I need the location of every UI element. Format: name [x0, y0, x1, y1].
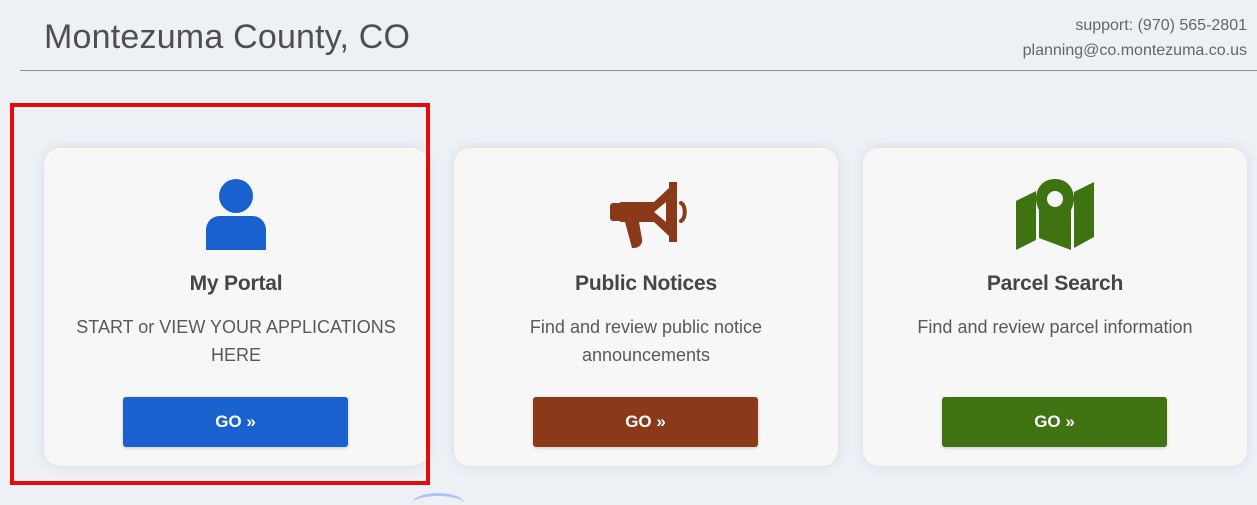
- my-portal-card: My Portal START or VIEW YOUR APPLICATION…: [44, 148, 428, 466]
- site-title: Montezuma County, CO: [44, 18, 411, 56]
- my-portal-description: START or VIEW YOUR APPLICATIONS HERE: [76, 317, 396, 365]
- parcel-search-go-button[interactable]: GO »: [942, 397, 1167, 447]
- page: Montezuma County, CO support: (970) 565-…: [0, 0, 1257, 505]
- map-pin-icon: [863, 172, 1247, 256]
- planning-email-link[interactable]: planning@co.montezuma.co.us: [1023, 42, 1247, 59]
- parcel-search-title: Parcel Search: [986, 272, 1124, 295]
- partial-blue-element: [412, 493, 464, 505]
- contact-info: support: (970) 565-2801 planning@co.mont…: [1023, 13, 1247, 63]
- public-notices-title: Public Notices: [575, 272, 717, 295]
- site-header: Montezuma County, CO support: (970) 565-…: [20, 0, 1257, 71]
- megaphone-icon: [454, 172, 838, 256]
- support-phone: support: (970) 565-2801: [1075, 17, 1247, 34]
- user-icon: [44, 172, 428, 256]
- public-notices-card: Public Notices Find and review public no…: [454, 148, 838, 466]
- my-portal-go-button[interactable]: GO »: [123, 397, 348, 447]
- public-notices-go-button[interactable]: GO »: [533, 397, 758, 447]
- parcel-search-description: Find and review parcel information: [917, 317, 1193, 337]
- my-portal-title: My Portal: [189, 272, 283, 295]
- parcel-search-card: Parcel Search Find and review parcel inf…: [863, 148, 1247, 466]
- public-notices-description: Find and review public notice announceme…: [529, 317, 763, 365]
